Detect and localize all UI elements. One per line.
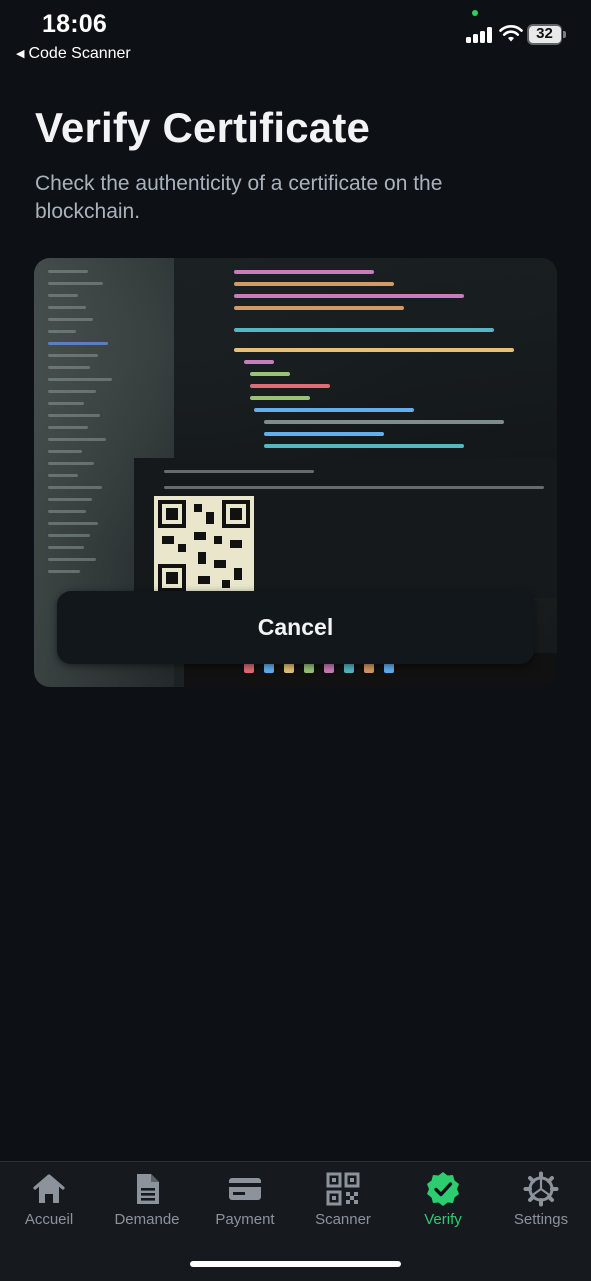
page-subtitle: Check the authenticity of a certificate … [35,172,443,223]
tab-label-payment: Payment [215,1211,275,1228]
cellular-signal-icon [466,27,493,43]
tab-label-scanner: Scanner [315,1211,371,1228]
home-indicator[interactable] [190,1261,401,1267]
battery-level: 32 [536,25,553,42]
page-title: Verify Certificate [35,104,371,151]
status-time: 18:06 [42,10,107,38]
tab-label-settings: Settings [513,1211,569,1228]
tab-label-accueil: Accueil [24,1211,74,1228]
camera-feed-code [174,258,557,458]
tab-label-demande: Demande [114,1211,180,1228]
verified-badge-icon [427,1172,459,1206]
status-bar: 18:06 ◀ Code Scanner 32 [0,0,591,70]
tab-payment[interactable]: Payment [196,1162,294,1242]
credit-card-icon [229,1178,261,1200]
qr-code-icon [326,1172,360,1206]
wifi-icon [499,25,523,42]
home-icon [33,1174,65,1203]
gear-icon [523,1171,559,1207]
tab-accueil[interactable]: Accueil [0,1162,98,1242]
qr-code-in-view [154,496,254,596]
cancel-label: Cancel [257,614,334,640]
tab-demande[interactable]: Demande [98,1162,196,1242]
battery-icon: 32 [527,24,567,45]
document-icon [137,1174,159,1204]
tab-verify[interactable]: Verify [394,1162,492,1242]
back-arrow-icon: ◀ [16,48,25,60]
back-to-app-link[interactable]: ◀ Code Scanner [16,45,131,63]
tab-scanner[interactable]: Scanner [294,1162,392,1242]
tab-label-verify: Verify [424,1211,462,1228]
privacy-indicator-dot [472,10,478,16]
tab-settings[interactable]: Settings [492,1162,590,1242]
back-app-label: Code Scanner [28,45,131,62]
cancel-button[interactable]: Cancel [57,591,534,664]
